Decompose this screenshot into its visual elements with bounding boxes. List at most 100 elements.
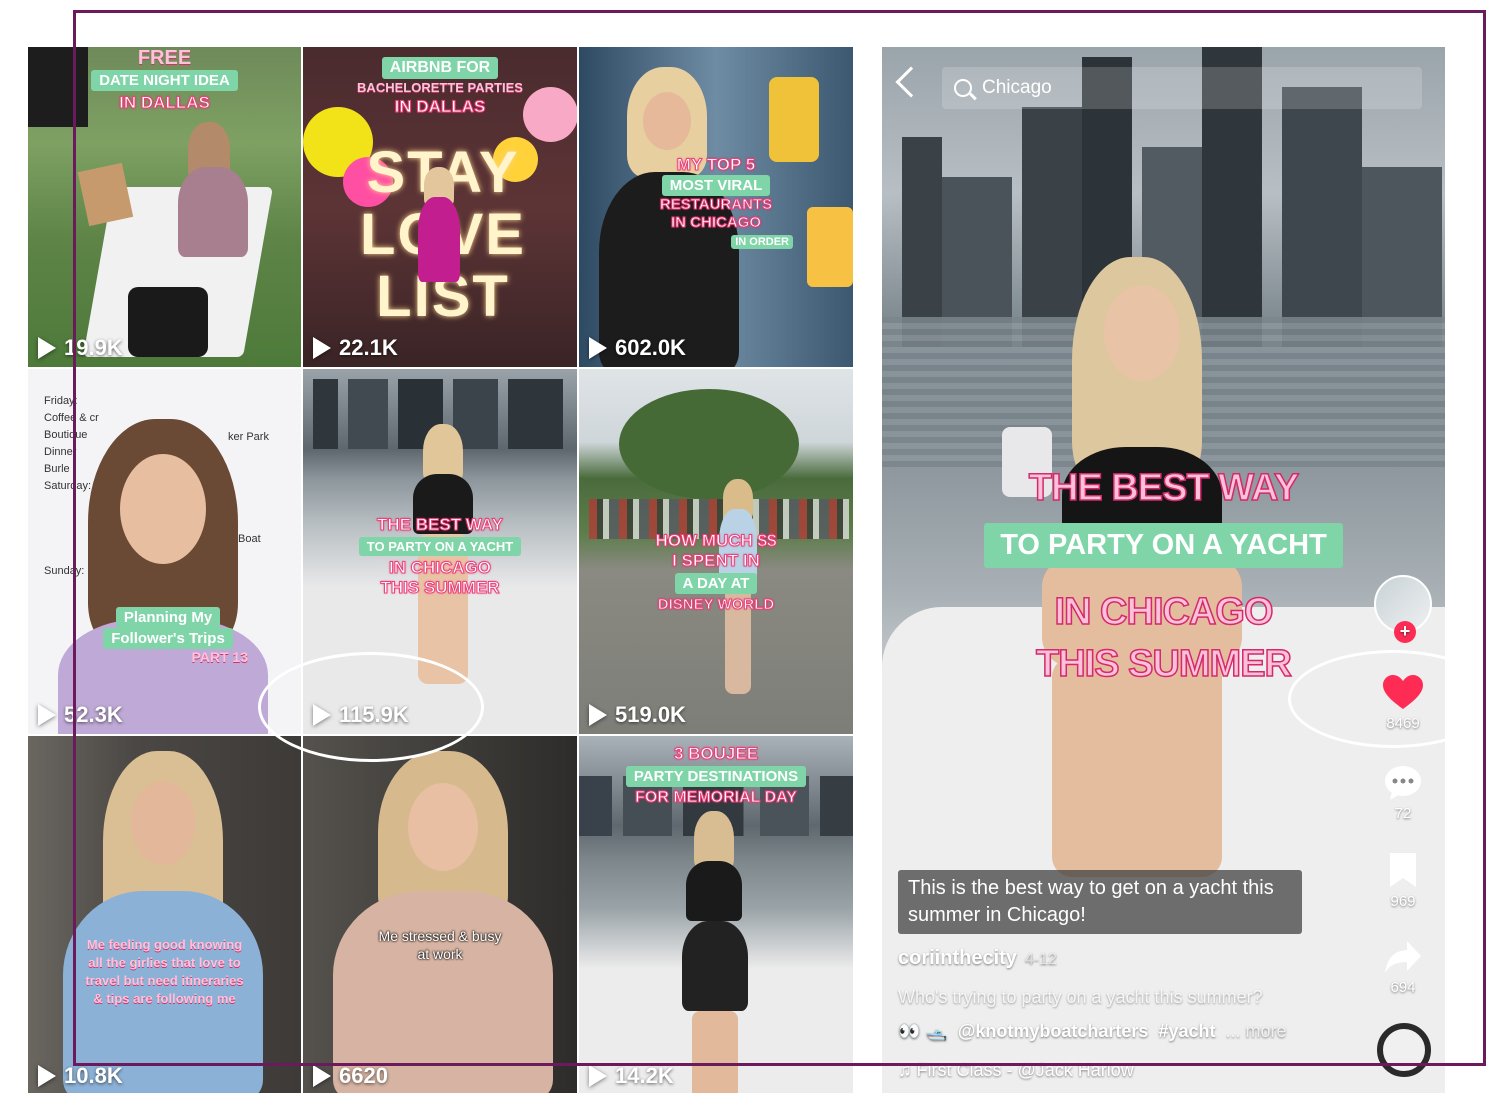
note-line: Burle (44, 463, 70, 475)
caption-line: FREE (137, 47, 192, 69)
play-icon (38, 337, 56, 359)
view-count-label: 19.9K (64, 335, 123, 360)
caption-line: TO PARTY ON A YACHT (358, 537, 522, 556)
play-icon (38, 1065, 56, 1087)
username[interactable]: coriinthecity 4-12 (898, 947, 1057, 970)
video-tile[interactable]: FREE DATE NIGHT IDEA IN DALLAS 19.9K (28, 47, 301, 367)
music-note-icon: ♫ (898, 1060, 917, 1080)
comment-button[interactable]: 72 (1373, 765, 1433, 822)
caption-line: HOW MUCH $$ (655, 531, 777, 551)
caption-line: PARTY DESTINATIONS (625, 766, 807, 787)
caption-line: MY TOP 5 (676, 155, 756, 175)
view-count: 115.9K (313, 702, 409, 728)
save-count: 969 (1390, 893, 1416, 910)
caption-line: MOST VIRAL (661, 175, 771, 196)
note-line: Dinner (44, 446, 77, 458)
play-icon (589, 704, 607, 726)
caption-line: all the girlies that love to (88, 955, 241, 970)
play-icon (589, 337, 607, 359)
view-count-label: 519.0K (615, 702, 686, 727)
view-count: 52.3K (38, 702, 123, 728)
caption-line: & tips are following me (93, 991, 236, 1006)
note-line: Boutique (44, 429, 88, 441)
video-tile[interactable]: STAY LOVE LIST AIRBNB FOR BACHELORETTE P… (303, 47, 577, 367)
search-bar[interactable]: Chicago (942, 67, 1422, 109)
caption-line: DISNEY WORLD (657, 596, 775, 614)
video-tile[interactable]: Me feeling good knowing all the girlies … (28, 736, 301, 1093)
hashtag-link[interactable]: #yacht (1158, 1021, 1215, 1042)
caption-line: DATE NIGHT IDEA (91, 70, 238, 91)
bookmark-icon (1390, 853, 1416, 887)
tag-row: 👀 🛥️ @knotmyboatcharters #yacht ... more (898, 1021, 1287, 1042)
video-tile-selected[interactable]: THE BEST WAY TO PARTY ON A YACHT IN CHIC… (303, 369, 577, 734)
creator-avatar[interactable]: + (1374, 575, 1432, 643)
view-count: 19.9K (38, 335, 123, 361)
music-disc-icon[interactable] (1377, 1023, 1431, 1077)
caption-line: FOR MEMORIAL DAY (635, 789, 798, 807)
caption-line: BACHELORETTE PARTIES (357, 80, 523, 95)
caption-line: IN CHICAGO (389, 558, 492, 578)
overlay-text: THE BEST WAY (1028, 466, 1300, 510)
caption-line: 3 BOUJEE (673, 744, 759, 764)
view-count: 6620 (313, 1063, 388, 1089)
caption-line: Follower's Trips (103, 628, 233, 649)
post-caption: Who's trying to party on a yacht this su… (898, 987, 1263, 1007)
view-count-label: 6620 (339, 1063, 388, 1088)
caption-line: travel but need itineraries (85, 973, 244, 988)
caption-line: IN DALLAS (394, 97, 486, 117)
creator-avatar-group[interactable]: + (1373, 575, 1433, 643)
follow-plus-icon[interactable]: + (1394, 621, 1416, 643)
bag-shape (128, 287, 208, 357)
video-tile[interactable]: Friday: Coffee & cr Boutique Dinner Burl… (28, 369, 301, 734)
emoji-text: 👀 🛥️ (898, 1021, 948, 1041)
caption-line: AIRBNB FOR (381, 57, 499, 79)
music-credit[interactable]: ♫ First Class - @Jack Harlow (898, 1060, 1134, 1081)
video-grid: FREE DATE NIGHT IDEA IN DALLAS 19.9K STA… (28, 47, 853, 1093)
video-player[interactable]: Chicago THE BEST WAY TO PARTY ON A YACHT… (882, 47, 1445, 1093)
like-button[interactable]: 8469 (1373, 675, 1433, 732)
mention-link[interactable]: @knotmyboatcharters (958, 1021, 1149, 1042)
caption-line: Planning My (115, 607, 221, 628)
music-title: First Class - @Jack Harlow (916, 1060, 1134, 1080)
view-count: 519.0K (589, 702, 686, 728)
view-count-label: 115.9K (339, 702, 409, 727)
share-button[interactable]: 694 (1373, 939, 1433, 996)
caption-line: Me feeling good knowing (86, 937, 243, 952)
caption-line: Me stressed & busy (378, 928, 502, 944)
play-icon (313, 1065, 331, 1087)
more-link[interactable]: ... more (1225, 1021, 1286, 1042)
play-icon (38, 704, 56, 726)
username-label[interactable]: coriinthecity (898, 947, 1017, 969)
video-tile[interactable]: HOW MUCH $$ I SPENT IN A DAY AT DISNEY W… (579, 369, 853, 734)
play-icon (589, 1065, 607, 1087)
view-count-label: 14.2K (615, 1063, 674, 1088)
post-date: 4-12 (1024, 951, 1057, 968)
play-icon (313, 337, 331, 359)
share-count: 694 (1390, 979, 1416, 996)
overlay-text: THIS SUMMER (1035, 642, 1293, 686)
caption-line: IN ORDER (731, 235, 793, 249)
caption-line: IN CHICAGO (671, 214, 762, 232)
comment-count: 72 (1394, 805, 1412, 822)
note-line: Friday: (44, 395, 78, 407)
view-count: 10.8K (38, 1063, 123, 1089)
caption-line: A DAY AT (674, 573, 758, 594)
caption-line: I SPENT IN (672, 551, 761, 571)
heart-icon (1383, 675, 1423, 709)
video-tile[interactable]: Me stressed & busy at work 6620 (303, 736, 577, 1093)
video-tile[interactable]: 3 BOUJEE PARTY DESTINATIONS FOR MEMORIAL… (579, 736, 853, 1093)
view-count-label: 602.0K (615, 335, 686, 360)
search-icon (954, 79, 972, 97)
note-line: Coffee & cr (44, 412, 99, 424)
overlay-text: IN CHICAGO (1054, 590, 1275, 634)
video-tile[interactable]: MY TOP 5 MOST VIRAL RESTAURANTS IN CHICA… (579, 47, 853, 367)
note-line: ker Park (228, 431, 269, 443)
screenshot-stage: FREE DATE NIGHT IDEA IN DALLAS 19.9K STA… (0, 0, 1491, 1093)
search-query: Chicago (982, 77, 1052, 98)
view-count: 14.2K (589, 1063, 674, 1089)
save-button[interactable]: 969 (1373, 851, 1433, 910)
caption-line: THIS SUMMER (380, 578, 500, 598)
view-count: 602.0K (589, 335, 686, 361)
share-arrow-icon (1385, 941, 1421, 973)
caption-line: RESTAURANTS (659, 196, 773, 214)
